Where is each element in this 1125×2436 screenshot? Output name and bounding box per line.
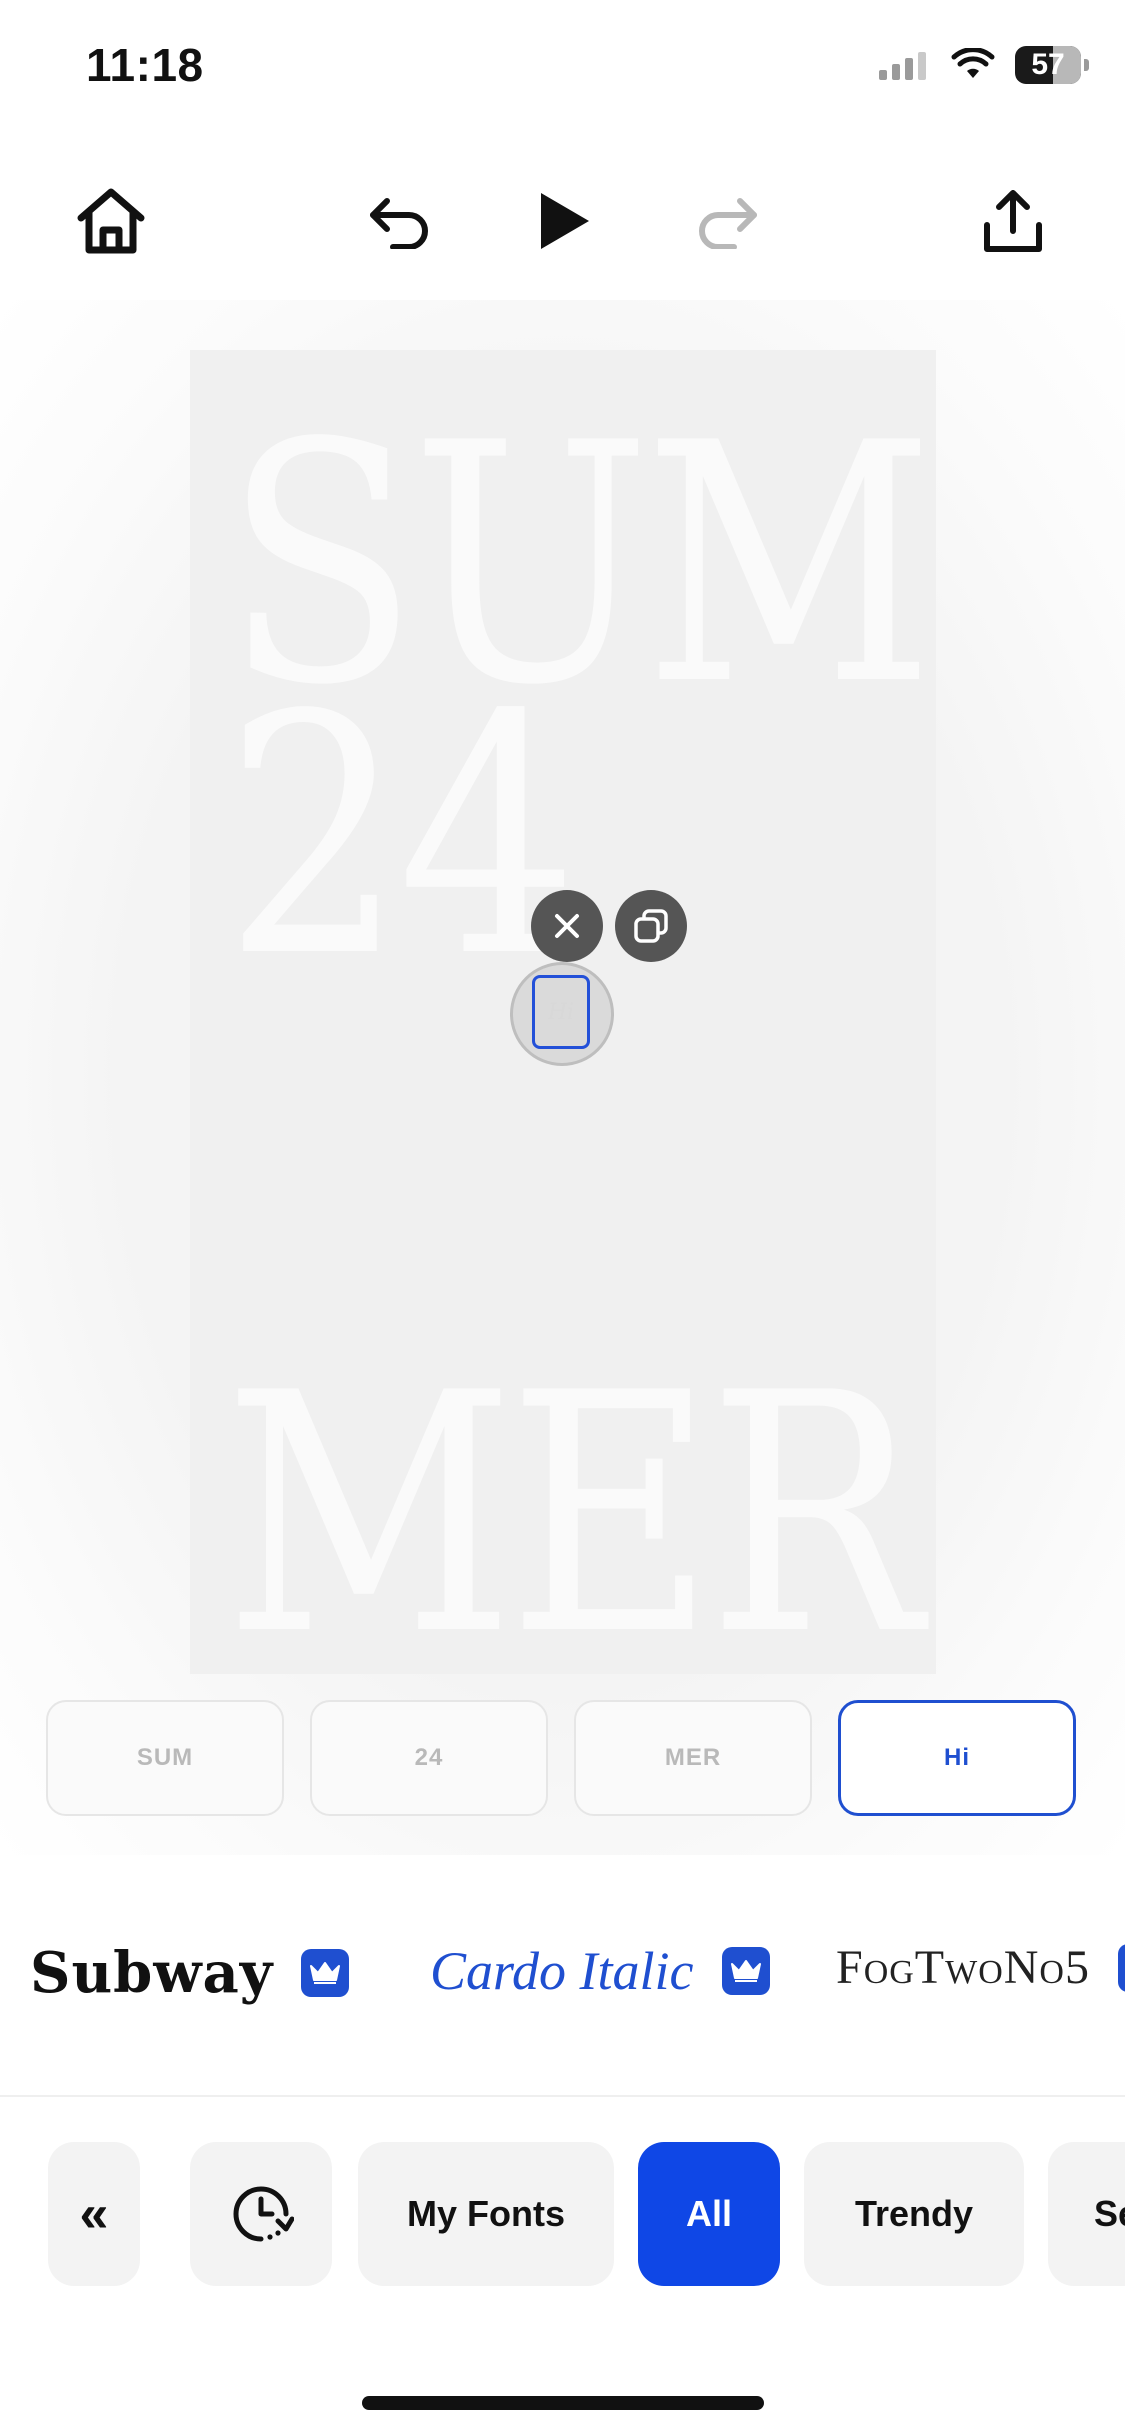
font-item-fogtwono5[interactable]: FogTwoNo5: [836, 1940, 1125, 1995]
poster-text-24[interactable]: 24: [224, 672, 578, 1002]
poster-text-mer[interactable]: MER: [224, 1350, 922, 1674]
home-icon: [77, 188, 145, 254]
home-indicator: [362, 2396, 764, 2410]
duplicate-icon: [634, 909, 668, 943]
premium-crown-icon: [301, 1949, 350, 1997]
layer-chip-hi[interactable]: Hi: [838, 1700, 1076, 1816]
recent-fonts-button[interactable]: [190, 2142, 332, 2286]
battery-indicator: 57: [1015, 46, 1089, 84]
premium-crown-icon: [721, 1947, 770, 1995]
status-icons: 57: [879, 46, 1089, 84]
category-my-fonts[interactable]: My Fonts: [358, 2142, 614, 2286]
category-all[interactable]: All: [638, 2142, 780, 2286]
play-button[interactable]: [518, 176, 608, 266]
font-item-subway[interactable]: Subway: [30, 1940, 350, 2006]
delete-layer-button[interactable]: [531, 890, 603, 962]
status-time: 11:18: [86, 39, 204, 91]
share-button[interactable]: [968, 176, 1058, 266]
wifi-icon: [951, 48, 995, 78]
layer-chip-mer[interactable]: MER: [574, 1700, 812, 1816]
undo-button[interactable]: [355, 176, 445, 266]
duplicate-layer-button[interactable]: [615, 890, 687, 962]
redo-icon: [699, 198, 757, 249]
category-more[interactable]: Se: [1048, 2142, 1125, 2286]
redo-button[interactable]: [682, 176, 772, 266]
category-trendy[interactable]: Trendy: [804, 2142, 1024, 2286]
undo-icon: [370, 198, 428, 249]
play-icon: [541, 193, 589, 249]
font-item-cardo-italic[interactable]: Cardo Italic: [430, 1940, 770, 2002]
layer-chip-sum[interactable]: SUM: [46, 1700, 284, 1816]
recent-clock-icon: [233, 2186, 294, 2242]
font-name: Subway: [30, 1940, 274, 2006]
layer-chip-24[interactable]: 24: [310, 1700, 548, 1816]
battery-level: 57: [1031, 48, 1065, 81]
selected-text-layer[interactable]: Hi: [532, 975, 590, 1049]
collapse-button[interactable]: «: [48, 2142, 140, 2286]
cellular-signal-icon: [879, 52, 926, 80]
share-icon: [984, 190, 1042, 252]
close-icon: [555, 914, 579, 938]
premium-crown-icon: [1118, 1943, 1125, 1992]
home-button[interactable]: [66, 176, 156, 266]
font-name: Cardo Italic: [430, 1941, 694, 2001]
font-name: FogTwoNo5: [836, 1941, 1090, 1994]
